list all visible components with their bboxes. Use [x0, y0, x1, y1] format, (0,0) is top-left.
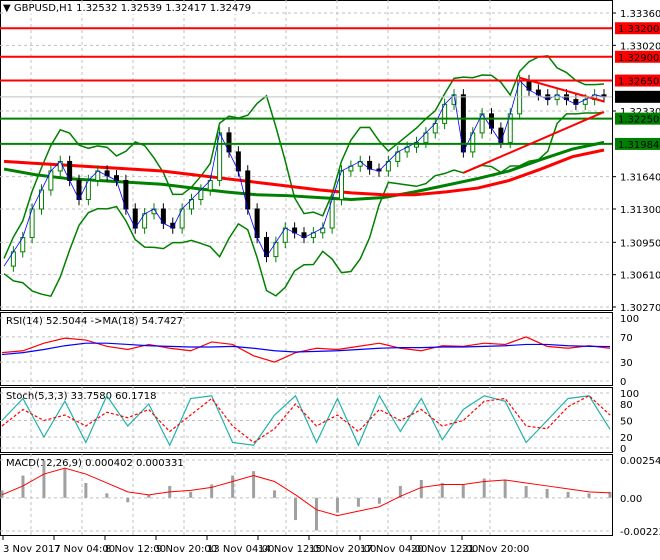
- level-label: 1.32650: [618, 77, 659, 88]
- y-tick-label: 1.33020: [620, 41, 660, 52]
- stoch-tick-label: 20: [620, 433, 633, 444]
- trading-chart[interactable]: 3 Nov 2017 7 Nov 04:00 8 Nov 12:00 9 Nov 20…: [0, 0, 660, 560]
- y-tick-label: 1.33360: [620, 9, 660, 20]
- macd-title: MACD(12,26,9) 0.000402 0.000331: [6, 458, 184, 469]
- rsi-line-0: [1, 336, 611, 363]
- y-tick-label: 1.31640: [620, 173, 660, 184]
- rsi-tick-label: 70: [620, 333, 633, 344]
- current-price-label: 1.32479: [618, 93, 659, 104]
- stoch-tick-label: 0: [620, 444, 626, 455]
- bollinger-lower: [3, 111, 605, 298]
- rsi-tick-label: 0: [620, 377, 626, 388]
- symbol-label: GBPUSD,H1: [13, 3, 73, 14]
- chart-canvas[interactable]: 3 Nov 20177 Nov 04:008 Nov 12:009 Nov 20…: [0, 0, 660, 560]
- chart-header: ▼ GBPUSD,H1 1.32532 1.32539 1.32417 1.32…: [3, 3, 252, 14]
- y-tick-label: 1.31300: [620, 205, 660, 216]
- rsi-tick-label: 30: [620, 358, 633, 369]
- y-tick-label: 1.30610: [620, 271, 660, 282]
- stoch-tick-label: 50: [620, 417, 633, 428]
- rsi-tick-label: 100: [620, 314, 639, 325]
- level-label: 1.32900: [618, 53, 659, 64]
- stoch-tick-label: 100: [620, 389, 639, 400]
- stoch-title: Stoch(5,3,3) 33.7580 60.1718: [6, 391, 157, 402]
- macd-tick-label: -0.002236: [620, 527, 660, 538]
- y-tick-label: 1.30950: [620, 238, 660, 249]
- macd-signal-line: [1, 467, 611, 517]
- macd-tick-label: 0.002548: [620, 456, 660, 467]
- stoch-tick-label: 80: [620, 400, 633, 411]
- macd-tick-label: 0.00: [620, 494, 642, 505]
- ma-fast-line: [3, 148, 605, 197]
- rsi-line-1: [1, 342, 611, 356]
- dropdown-triangle-icon[interactable]: ▼: [3, 3, 11, 14]
- y-tick-label: 1.30270: [620, 303, 660, 314]
- level-label: 1.32250: [618, 115, 659, 126]
- level-label: 1.31984: [618, 140, 659, 151]
- x-tick-label: 21 Nov 20:00: [462, 544, 529, 555]
- level-label: 1.33200: [618, 24, 659, 35]
- ohlc-values: 1.32532 1.32539 1.32417 1.32479: [76, 3, 252, 14]
- rsi-title: RSI(14) 52.5044 ->MA(18) 54.7427: [6, 316, 183, 327]
- x-tick-label: 3 Nov 2017: [3, 544, 61, 555]
